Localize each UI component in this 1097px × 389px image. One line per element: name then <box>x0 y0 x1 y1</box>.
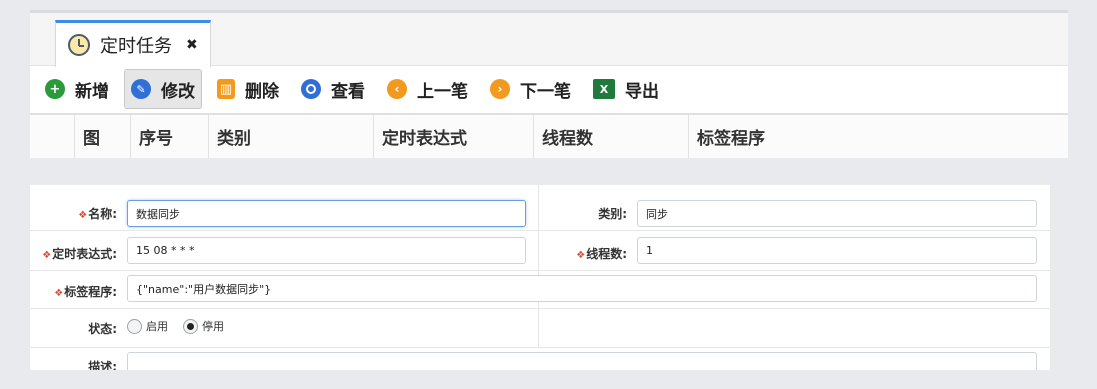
tab-bar: 定时任务 ✖ <box>30 13 1068 67</box>
threads-input[interactable]: 1 <box>637 237 1037 264</box>
delete-button-label: 删除 <box>245 81 279 102</box>
prev-record-button[interactable]: ‹ 上一笔 <box>380 69 475 109</box>
grid-header: 图 序号 类别 定时表达式 线程数 标签程序 <box>30 113 1068 158</box>
required-mark: ❖ <box>54 288 64 299</box>
status-option-enabled-label: 启用 <box>146 320 168 333</box>
pencil-icon: ✎ <box>131 79 151 99</box>
status-option-disabled[interactable]: 停用 <box>183 318 224 334</box>
status-label: 状态: <box>88 322 117 336</box>
cron-label: ❖定时表达式: <box>42 247 117 261</box>
threads-label: ❖线程数: <box>576 247 627 261</box>
description-label: 描述: <box>88 360 117 370</box>
close-icon[interactable]: ✖ <box>186 37 198 53</box>
add-button-label: 新增 <box>75 81 109 102</box>
tag-program-input[interactable]: {"name":"用户数据同步"} <box>127 275 1037 302</box>
column-header-category[interactable]: 类别 <box>208 115 373 158</box>
column-header-icon[interactable]: 图 <box>74 115 130 158</box>
edit-button-label: 修改 <box>161 81 195 102</box>
task-edit-form: ❖名称: 数据同步 类别: 同步 ❖定时表达式: 15 08 * * * ❖线程… <box>30 185 1050 370</box>
tag-program-label: ❖标签程序: <box>54 285 117 299</box>
column-header-tag-program[interactable]: 标签程序 <box>688 115 1068 158</box>
export-button-label: 导出 <box>625 81 659 102</box>
edit-button[interactable]: ✎ 修改 <box>124 69 202 109</box>
cron-input[interactable]: 15 08 * * * <box>127 237 526 264</box>
status-option-disabled-label: 停用 <box>202 320 224 333</box>
excel-icon: X <box>593 79 615 99</box>
radio-selected-icon <box>183 318 198 334</box>
status-option-enabled[interactable]: 启用 <box>127 318 168 334</box>
export-button[interactable]: X 导出 <box>586 69 666 109</box>
required-mark: ❖ <box>42 250 52 261</box>
tab-label: 定时任务 <box>100 36 172 57</box>
category-input[interactable]: 同步 <box>637 200 1037 227</box>
trash-icon: ▥ <box>217 79 235 99</box>
add-button[interactable]: + 新增 <box>38 69 116 109</box>
arrow-left-icon: ‹ <box>387 79 407 99</box>
required-mark: ❖ <box>576 250 586 261</box>
required-mark: ❖ <box>78 210 88 221</box>
eye-icon <box>301 79 321 99</box>
delete-button[interactable]: ▥ 删除 <box>210 69 286 109</box>
column-header-threads[interactable]: 线程数 <box>533 115 688 158</box>
column-header-seq[interactable]: 序号 <box>130 115 208 158</box>
next-record-button[interactable]: › 下一笔 <box>483 69 578 109</box>
column-header-cron[interactable]: 定时表达式 <box>373 115 533 158</box>
name-input[interactable]: 数据同步 <box>127 200 526 227</box>
plus-circle-icon: + <box>45 79 65 99</box>
next-record-label: 下一笔 <box>520 81 571 102</box>
arrow-right-icon: › <box>490 79 510 99</box>
clock-icon <box>68 34 90 56</box>
tab-scheduled-tasks[interactable]: 定时任务 ✖ <box>55 20 211 67</box>
task-list-panel: 定时任务 ✖ + 新增 ✎ 修改 ▥ 删除 查看 ‹ 上一笔 › 下一笔 X 导… <box>30 10 1068 158</box>
radio-icon <box>127 318 142 334</box>
category-label: 类别: <box>598 207 627 221</box>
view-button-label: 查看 <box>331 81 365 102</box>
description-input[interactable] <box>127 352 1037 370</box>
view-button[interactable]: 查看 <box>294 69 372 109</box>
toolbar: + 新增 ✎ 修改 ▥ 删除 查看 ‹ 上一笔 › 下一笔 X 导出 <box>30 67 1068 111</box>
name-label: ❖名称: <box>78 207 117 221</box>
prev-record-label: 上一笔 <box>417 81 468 102</box>
